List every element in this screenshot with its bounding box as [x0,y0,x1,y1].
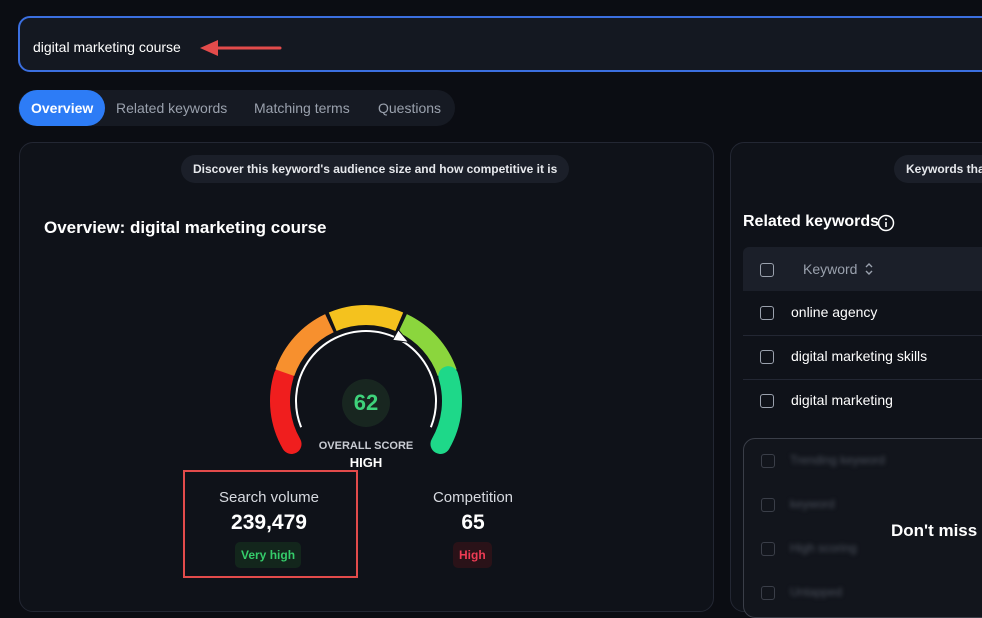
tab-related-keywords[interactable]: Related keywords [116,90,227,126]
tab-matching-terms[interactable]: Matching terms [254,90,350,126]
locked-row: Trending keyword [744,439,982,483]
tab-overview[interactable]: Overview [19,90,106,126]
info-icon[interactable] [877,214,895,232]
table-row[interactable]: digital marketing [743,379,982,423]
locked-row-text: keyword [790,497,835,511]
tab-bar: Overview Related keywords Matching terms… [18,90,455,126]
locked-row-text: Trending keyword [790,453,885,467]
competition-badge: High [453,542,492,568]
annotation-arrow-icon [200,40,282,56]
search-volume-highlight [183,470,358,578]
keyword-column-header[interactable]: Keyword [803,261,857,277]
related-keywords-title: Related keywords [743,213,880,230]
score-label: OVERALL SCORE [318,440,414,452]
tab-questions[interactable]: Questions [378,90,441,126]
table-row[interactable]: online agency [743,291,982,336]
row-checkbox[interactable] [760,394,774,408]
locked-row-text: High scoring [790,541,857,555]
select-all-checkbox[interactable] [760,263,774,277]
row-checkbox [761,454,775,468]
gauge-segment [275,314,334,377]
competition-value: 65 [461,511,485,534]
row-keyword: online agency [791,304,878,320]
row-keyword: digital marketing skills [791,348,928,364]
sort-icon[interactable] [864,262,874,276]
gauge-segment [398,314,457,377]
row-checkbox [761,498,775,512]
overview-title: Overview: digital marketing course [44,218,327,237]
table-row[interactable]: digital marketing skills [743,335,982,380]
gauge-segment [328,305,404,332]
related-info-pill: Keywords tha [894,155,982,183]
keyword-search-input[interactable]: digital marketing course [18,16,982,72]
overview-info-pill: Discover this keyword's audience size an… [181,155,570,183]
score-value: 62 [342,379,390,427]
gauge-segment [270,366,302,454]
gauge-segment [430,366,462,454]
locked-row-text: Untapped [790,585,843,599]
row-checkbox [761,542,775,556]
locked-row: Untapped [744,571,982,615]
competition-label: Competition [432,489,514,506]
locked-panel-heading: Don't miss [891,521,978,540]
row-checkbox[interactable] [760,306,774,320]
locked-keywords-panel: Trending keyword keyword High scoring Un… [743,438,982,618]
row-keyword: digital marketing [791,392,893,408]
keywords-table-header: Keyword [743,247,982,291]
row-checkbox[interactable] [760,350,774,364]
search-input-value: digital marketing course [33,39,181,55]
score-rating: HIGH [349,455,383,470]
